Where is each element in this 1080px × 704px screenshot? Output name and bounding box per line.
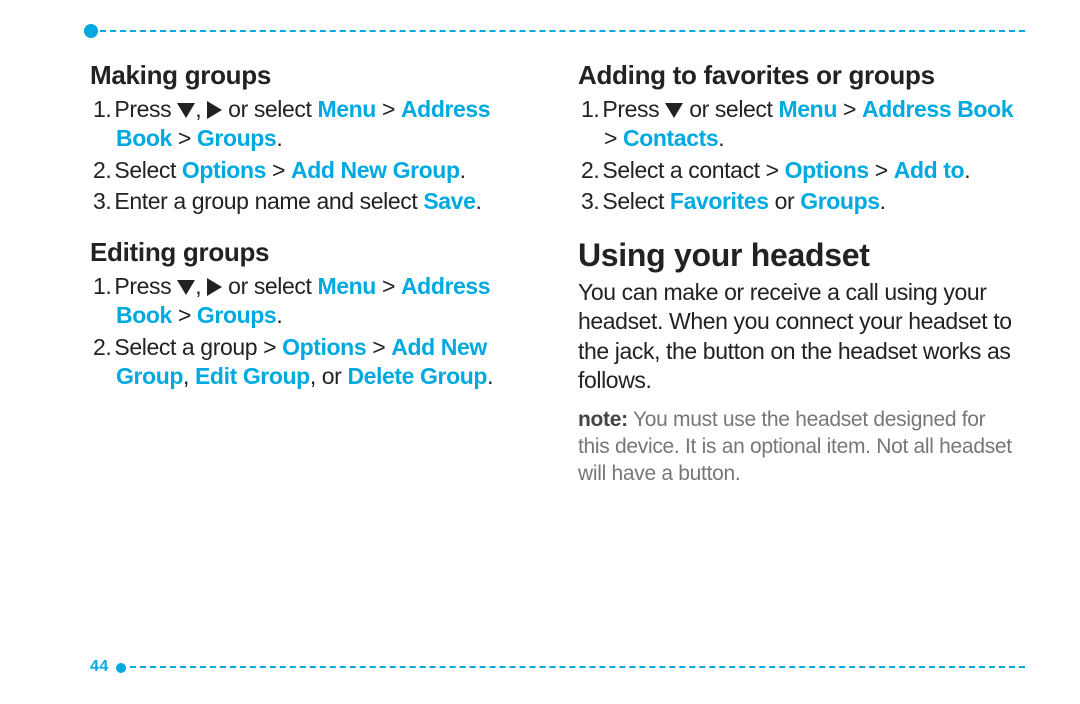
adding-favorites-step-3: Select Favorites or Groups. [604, 187, 1018, 218]
making-groups-step-2: Select Options > Add New Group. [116, 156, 530, 187]
using-headset-body: You can make or receive a call using you… [578, 278, 1018, 396]
page: Making groups Press , or select Menu > A… [90, 30, 1025, 674]
making-groups-heading: Making groups [90, 60, 530, 91]
rule-dot-icon [84, 24, 98, 38]
making-groups-step-3: Enter a group name and select Save. [116, 187, 530, 218]
columns: Making groups Press , or select Menu > A… [90, 60, 1025, 487]
down-triangle-icon [177, 103, 195, 118]
footer-dot-icon [116, 663, 126, 673]
making-groups-step-1: Press , or select Menu > Address Book > … [116, 95, 530, 156]
adding-favorites-step-1: Press or select Menu > Address Book > Co… [604, 95, 1018, 156]
down-triangle-icon [665, 103, 683, 118]
using-headset-note: note: You must use the headset designed … [578, 406, 1018, 488]
down-triangle-icon [177, 280, 195, 295]
page-number: 44 [90, 658, 109, 675]
using-headset-heading: Using your headset [578, 237, 1018, 274]
right-column: Adding to favorites or groups Press or s… [578, 60, 1018, 487]
right-triangle-icon [207, 101, 222, 119]
making-groups-steps: Press , or select Menu > Address Book > … [116, 95, 530, 219]
top-rule [90, 30, 1025, 32]
editing-groups-step-2: Select a group > Options > Add New Group… [116, 333, 530, 394]
page-footer: 44 [90, 658, 1025, 676]
editing-groups-heading: Editing groups [90, 237, 530, 268]
adding-favorites-steps: Press or select Menu > Address Book > Co… [604, 95, 1018, 219]
editing-groups-steps: Press , or select Menu > Address Book > … [116, 272, 530, 394]
editing-groups-step-1: Press , or select Menu > Address Book > … [116, 272, 530, 333]
adding-favorites-heading: Adding to favorites or groups [578, 60, 1018, 91]
adding-favorites-step-2: Select a contact > Options > Add to. [604, 156, 1018, 187]
right-triangle-icon [207, 278, 222, 296]
footer-rule [120, 666, 1025, 668]
left-column: Making groups Press , or select Menu > A… [90, 60, 530, 487]
